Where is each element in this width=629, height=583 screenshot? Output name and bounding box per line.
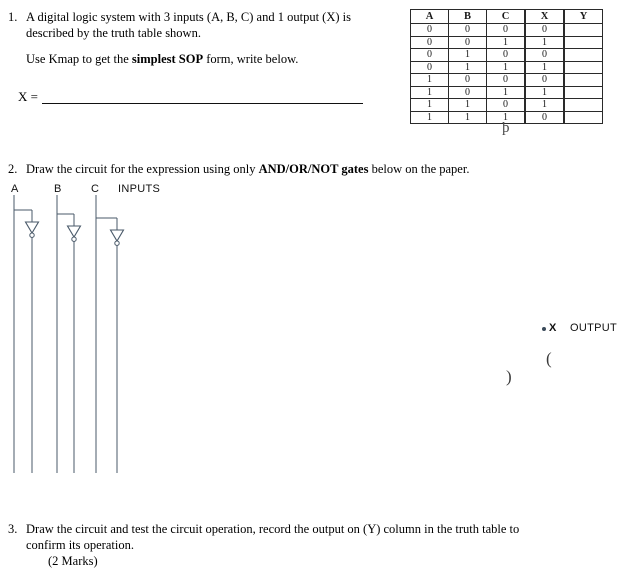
truth-cell-c-6: 0	[486, 98, 526, 112]
truth-cell-x-6: 1	[524, 98, 565, 112]
truth-cell-y-0[interactable]	[563, 23, 603, 37]
question-1-kmap-instruction: Use Kmap to get the simplest SOP form, w…	[26, 51, 406, 67]
output-caption: OUTPUT	[570, 322, 618, 334]
truth-cell-b-7: 1	[448, 110, 487, 124]
stray-mark-below-table: þ	[502, 120, 510, 136]
truth-cell-y-3[interactable]	[563, 60, 603, 74]
truth-cell-b-3: 1	[448, 60, 487, 74]
truth-cell-a-0: 0	[410, 23, 449, 37]
truth-cell-x-7: 0	[524, 110, 565, 124]
answer-label-x: X =	[18, 89, 38, 104]
truth-cell-y-6[interactable]	[563, 98, 603, 112]
table-row: 0111	[410, 60, 603, 74]
truth-table-header-row: A B C X Y	[410, 9, 603, 24]
truth-cell-b-5: 0	[448, 85, 487, 99]
question-1-line2: described by the truth table shown.	[26, 26, 201, 40]
output-signal-label: X	[549, 322, 557, 334]
truth-cell-x-1: 1	[524, 35, 565, 49]
truth-cell-x-0: 0	[524, 23, 565, 37]
not-gate-bubble-C	[114, 240, 120, 246]
truth-cell-y-7[interactable]	[563, 110, 603, 124]
output-node-dot	[542, 327, 546, 331]
input-label-b: B	[54, 183, 62, 195]
question-3-number: 3.	[8, 522, 18, 536]
truth-cell-c-5: 1	[486, 85, 526, 99]
answer-blank-line[interactable]	[42, 103, 363, 104]
input-label-a: A	[11, 183, 19, 195]
truth-cell-b-1: 0	[448, 35, 487, 49]
truth-cell-y-4[interactable]	[563, 73, 603, 87]
question-2-text: Draw the circuit for the expression usin…	[26, 161, 506, 177]
inputs-caption: INPUTS	[118, 183, 161, 195]
truth-cell-a-6: 1	[410, 98, 449, 112]
truth-table-header-y: Y	[563, 9, 603, 24]
not-gate-icon-C	[109, 229, 125, 243]
truth-cell-b-0: 0	[448, 23, 487, 37]
truth-cell-y-5[interactable]	[563, 85, 603, 99]
truth-cell-a-5: 1	[410, 85, 449, 99]
table-row: 0100	[410, 48, 603, 62]
not-gate-icon-B	[66, 225, 82, 239]
truth-table-container: A B C X Y 000000110100011110001011110111…	[410, 9, 603, 124]
truth-cell-c-4: 0	[486, 73, 526, 87]
question-3-line2: confirm its operation.	[26, 538, 134, 552]
truth-cell-c-2: 0	[486, 48, 526, 62]
truth-cell-y-2[interactable]	[563, 48, 603, 62]
q2-text-pre: Draw the circuit for the expression usin…	[26, 162, 259, 176]
stray-mark-paren-close: )	[506, 367, 512, 386]
truth-table-header-a: A	[410, 9, 449, 24]
truth-cell-b-2: 1	[448, 48, 487, 62]
truth-table: A B C X Y 000000110100011110001011110111…	[410, 9, 603, 124]
truth-cell-a-3: 0	[410, 60, 449, 74]
question-1-line1: A digital logic system with 3 inputs (A,…	[26, 10, 351, 24]
not-gate-bubble-A	[29, 232, 35, 238]
circuit-diagram	[13, 195, 125, 473]
kmap-text-post: form, write below.	[203, 52, 299, 66]
table-row: 1011	[410, 85, 603, 99]
table-row: 1101	[410, 98, 603, 112]
q2-text-bold: AND/OR/NOT gates	[258, 162, 369, 176]
table-row: 1000	[410, 73, 603, 87]
kmap-text-pre: Use Kmap to get the	[26, 52, 132, 66]
truth-cell-c-1: 1	[486, 35, 526, 49]
question-1-number: 1.	[8, 10, 18, 24]
truth-cell-x-4: 0	[524, 73, 565, 87]
table-row: 0000	[410, 23, 603, 37]
input-label-c: C	[91, 183, 99, 195]
kmap-text-bold: simplest SOP	[131, 52, 204, 66]
truth-cell-c-3: 1	[486, 60, 526, 74]
truth-cell-b-4: 0	[448, 73, 487, 87]
table-row: 0011	[410, 35, 603, 49]
stray-mark-paren-open: (	[546, 349, 552, 368]
worksheet-page: 1. A digital logic system with 3 inputs …	[0, 0, 629, 583]
truth-cell-a-2: 0	[410, 48, 449, 62]
truth-cell-a-7: 1	[410, 110, 449, 124]
q2-text-post: below on the paper.	[368, 162, 470, 176]
truth-table-header-x: X	[524, 9, 565, 24]
question-3-marks: (2 Marks)	[48, 554, 98, 568]
truth-cell-b-6: 1	[448, 98, 487, 112]
truth-cell-c-0: 0	[486, 23, 526, 37]
not-gate-bubble-B	[71, 236, 77, 242]
truth-cell-y-1[interactable]	[563, 35, 603, 49]
truth-cell-x-5: 1	[524, 85, 565, 99]
truth-table-body: 00000011010001111000101111011110	[410, 23, 603, 124]
truth-cell-a-1: 0	[410, 35, 449, 49]
truth-table-header-b: B	[448, 9, 487, 24]
not-gate-icon-A	[24, 221, 40, 235]
question-2-number: 2.	[8, 162, 18, 176]
truth-cell-x-2: 0	[524, 48, 565, 62]
truth-cell-a-4: 1	[410, 73, 449, 87]
question-3-line1: Draw the circuit and test the circuit op…	[26, 522, 520, 536]
truth-cell-x-3: 1	[524, 60, 565, 74]
truth-table-header-c: C	[486, 9, 526, 24]
